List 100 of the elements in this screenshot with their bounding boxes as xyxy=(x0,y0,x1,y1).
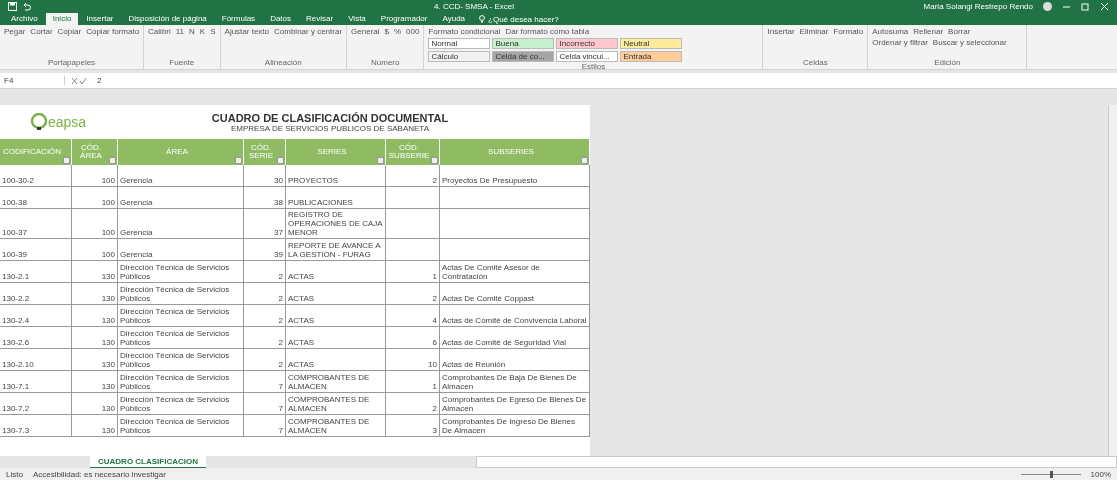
close-icon[interactable] xyxy=(1100,2,1109,11)
table-cell: ACTAS xyxy=(286,305,386,327)
table-cell: 100 xyxy=(72,187,118,209)
save-icon[interactable] xyxy=(8,2,17,11)
group-label: Edición xyxy=(933,58,962,67)
ribbon-button[interactable]: 11 xyxy=(175,27,185,36)
table-cell: 100-39 xyxy=(0,239,72,261)
tell-me-field[interactable]: ¿Qué desea hacer? xyxy=(473,13,565,25)
table-cell: 100-38 xyxy=(0,187,72,209)
accessibility-status[interactable]: Accesibilidad: es necesario investigar xyxy=(32,469,166,479)
horizontal-scrollbar[interactable] xyxy=(476,456,1117,468)
cell-style[interactable]: Neutral xyxy=(620,38,683,49)
filter-dropdown[interactable] xyxy=(581,157,588,164)
cell-style[interactable]: Entrada xyxy=(620,51,683,62)
group-label: Celdas xyxy=(801,58,829,67)
ribbon-button[interactable]: General xyxy=(351,27,380,36)
group-label: Fuente xyxy=(168,58,196,67)
cell-style[interactable]: Celda de co... xyxy=(492,51,555,62)
table-cell: 100 xyxy=(72,165,118,187)
table-cell: Dirección Técnica de Servicios Públicos xyxy=(118,371,244,393)
ribbon-button[interactable]: Copiar formato xyxy=(86,27,140,36)
ribbon-button[interactable]: Copiar xyxy=(57,27,82,36)
table-cell: Gerencia xyxy=(118,187,244,209)
table-cell: 2 xyxy=(244,261,286,283)
ribbon-button[interactable]: Eliminar xyxy=(799,27,829,36)
table-cell: 130-7.2 xyxy=(0,393,72,415)
table-cell: 1 xyxy=(386,371,440,393)
ribbon-button[interactable]: Dar formato como tabla xyxy=(505,27,590,36)
ribbon-tab[interactable]: Disposición de página xyxy=(121,13,214,25)
filter-dropdown[interactable] xyxy=(277,157,284,164)
cell-style[interactable]: Cálculo xyxy=(428,51,491,62)
zoom-level[interactable]: 100% xyxy=(1090,469,1111,479)
ribbon-button[interactable]: 000 xyxy=(406,27,420,36)
table-cell xyxy=(386,239,440,261)
ribbon-button[interactable]: S xyxy=(210,27,216,36)
table-cell: 100-30-2 xyxy=(0,165,72,187)
ribbon-button[interactable]: N xyxy=(189,27,195,36)
ribbon-button[interactable]: Rellenar xyxy=(913,27,944,36)
table-cell: Dirección Técnica de Servicios Públicos xyxy=(118,327,244,349)
filter-dropdown[interactable] xyxy=(235,157,242,164)
ribbon-button[interactable]: Insertar xyxy=(767,27,795,36)
table-cell: Actas De Comité Coppast xyxy=(440,283,590,305)
ribbon-button[interactable]: $ xyxy=(384,27,389,36)
ribbon-tab[interactable]: Inicio xyxy=(45,13,79,25)
avatar-icon xyxy=(1043,2,1052,11)
vertical-scrollbar[interactable] xyxy=(1108,105,1117,456)
ribbon-tab[interactable]: Datos xyxy=(263,13,299,25)
ribbon-button[interactable]: % xyxy=(393,27,402,36)
cell-style[interactable]: Celda vincul... xyxy=(556,51,619,62)
table-cell: 100-37 xyxy=(0,209,72,239)
cell-style[interactable]: Normal xyxy=(428,38,491,49)
zoom-slider-thumb[interactable] xyxy=(1049,470,1053,478)
sheet-tab[interactable]: CUADRO CLASIFICACION xyxy=(90,456,206,468)
cell-style[interactable]: Buena xyxy=(492,38,555,49)
ribbon-button[interactable]: Ajustar texto xyxy=(224,27,269,36)
ribbon-button[interactable]: Formato condicional xyxy=(428,27,501,36)
ribbon-button[interactable]: Pegar xyxy=(4,27,26,36)
ribbon-tab[interactable]: Ayuda xyxy=(435,13,473,25)
ribbon-button[interactable]: Cortar xyxy=(30,27,53,36)
table-cell: 7 xyxy=(244,371,286,393)
sheet-title: CUADRO DE CLASIFICACIÓN DOCUMENTAL xyxy=(211,111,449,124)
formula-field[interactable]: 2 xyxy=(97,76,1117,85)
ribbon-button[interactable]: Borrar xyxy=(948,27,971,36)
cell-style[interactable]: Incorrecto xyxy=(556,38,619,49)
undo-icon[interactable] xyxy=(22,2,31,11)
table-cell: Dirección Técnica de Servicios Públicos xyxy=(118,305,244,327)
table-cell: 130 xyxy=(72,305,118,327)
table-cell: COMPROBANTES DE ALMACEN xyxy=(286,415,386,437)
ribbon-tab[interactable]: Fórmulas xyxy=(214,13,263,25)
ribbon-button[interactable]: Calibri xyxy=(148,27,171,36)
restore-icon[interactable] xyxy=(1081,2,1090,11)
table-cell: PROYECTOS xyxy=(286,165,386,187)
name-box[interactable]: F4 xyxy=(0,76,65,85)
filter-dropdown[interactable] xyxy=(63,157,70,164)
table-cell: 130 xyxy=(72,371,118,393)
status-text: Listo xyxy=(6,469,23,479)
ribbon-button[interactable]: Buscar y seleccionar xyxy=(932,38,1007,47)
table-cell: 2 xyxy=(244,349,286,371)
table-cell: 130 xyxy=(72,349,118,371)
ribbon-button[interactable]: Autosuma xyxy=(872,27,909,36)
ribbon-tab[interactable]: Revisar xyxy=(299,13,341,25)
table-cell: 2 xyxy=(386,283,440,305)
sheet-subtitle: EMPRESA DE SERVICIOS PUBLICOS DE SABANETA xyxy=(231,123,429,133)
ribbon-tab[interactable]: Insertar xyxy=(79,13,121,25)
filter-dropdown[interactable] xyxy=(377,157,384,164)
filter-dropdown[interactable] xyxy=(109,157,116,164)
table-cell: 2 xyxy=(386,393,440,415)
table-cell: 1 xyxy=(386,261,440,283)
table-cell: 6 xyxy=(386,327,440,349)
table-cell: 130-2.10 xyxy=(0,349,72,371)
ribbon-button[interactable]: K xyxy=(199,27,206,36)
ribbon-button[interactable]: Ordenar y filtrar xyxy=(872,38,928,47)
ribbon-tab[interactable]: Archivo xyxy=(4,13,45,25)
table-cell: Dirección Técnica de Servicios Públicos xyxy=(118,283,244,305)
ribbon-tab[interactable]: Vista xyxy=(341,13,373,25)
ribbon-button[interactable]: Formato xyxy=(833,27,864,36)
table-cell: Dirección Técnica de Servicios Públicos xyxy=(118,393,244,415)
ribbon-tab[interactable]: Programador xyxy=(373,13,435,25)
ribbon-button[interactable]: Combinar y centrar xyxy=(274,27,343,36)
filter-dropdown[interactable] xyxy=(431,157,438,164)
